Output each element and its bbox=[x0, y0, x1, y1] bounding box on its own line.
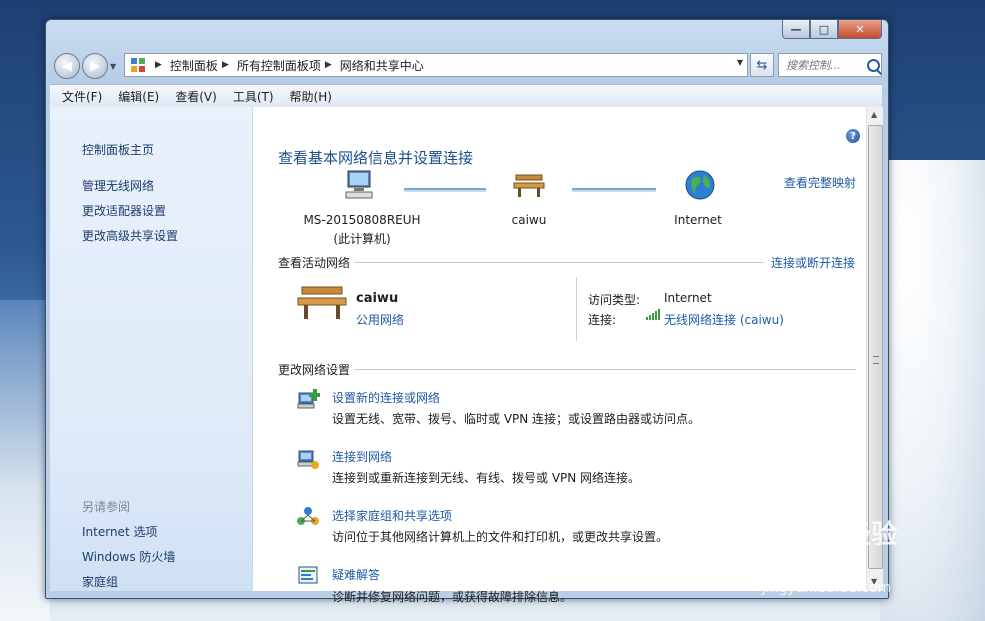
bench-icon bbox=[297, 286, 347, 319]
divider bbox=[354, 369, 856, 370]
new-connection-icon bbox=[297, 389, 320, 409]
sidebar-homegroup[interactable]: 家庭组 bbox=[82, 573, 118, 590]
divider bbox=[576, 277, 577, 341]
sidebar-adapter-settings[interactable]: 更改适配器设置 bbox=[82, 202, 166, 219]
connect-network-icon bbox=[297, 450, 319, 469]
troubleshoot-icon bbox=[298, 566, 318, 584]
breadcrumb-all-items[interactable]: 所有控制面板项 bbox=[237, 57, 321, 74]
sidebar-firewall[interactable]: Windows 防火墙 bbox=[82, 548, 175, 565]
setup-connection-link[interactable]: 设置新的连接或网络 bbox=[332, 389, 440, 406]
baidu-watermark: Baidu经验 bbox=[756, 520, 899, 550]
explorer-window: — □ ✕ ◀ ▶ ▼ ▶ 控制面板 ▶ 所有控制面板项 ▶ 网络和共享中心 ▼… bbox=[45, 19, 889, 604]
refresh-button[interactable]: ⇆ bbox=[750, 53, 774, 77]
see-also-heading: 另请参阅 bbox=[82, 500, 131, 514]
breadcrumb-chevron-icon[interactable]: ▶ bbox=[222, 60, 229, 70]
back-button[interactable]: ◀ bbox=[54, 53, 80, 79]
divider bbox=[354, 262, 764, 263]
menu-tools[interactable]: 工具(T) bbox=[225, 88, 282, 105]
scroll-up-icon[interactable]: ▲ bbox=[871, 110, 877, 119]
sidebar-home-link[interactable]: 控制面板主页 bbox=[82, 141, 154, 158]
connection-line bbox=[572, 188, 656, 190]
breadcrumb-network-center[interactable]: 网络和共享中心 bbox=[340, 57, 424, 74]
node-computer-sub: (此计算机) bbox=[333, 232, 391, 246]
breadcrumb-control-panel[interactable]: 控制面板 bbox=[170, 57, 218, 74]
search-input[interactable] bbox=[784, 57, 864, 73]
sidebar-internet-options[interactable]: Internet 选项 bbox=[82, 523, 157, 540]
connect-network-desc: 连接到或重新连接到无线、有线、拨号或 VPN 网络连接。 bbox=[332, 471, 641, 485]
menu-bar: 文件(F) 编辑(E) 查看(V) 工具(T) 帮助(H) bbox=[50, 84, 882, 107]
desktop-background-left bbox=[0, 300, 50, 621]
wireless-connection-link[interactable]: 无线网络连接 (caiwu) bbox=[664, 311, 784, 328]
sidebar-advanced-sharing[interactable]: 更改高级共享设置 bbox=[82, 227, 178, 244]
connection-label: 连接: bbox=[588, 313, 617, 327]
full-map-link[interactable]: 查看完整映射 bbox=[784, 174, 856, 191]
node-computer-label: MS-20150808REUH bbox=[303, 213, 421, 227]
minimize-button[interactable]: — bbox=[782, 20, 810, 39]
network-type-link[interactable]: 公用网络 bbox=[356, 311, 404, 328]
desktop-background bbox=[880, 160, 985, 621]
scroll-thumb[interactable] bbox=[868, 125, 883, 569]
baidu-watermark-url: jingyan.baidu.com bbox=[762, 580, 892, 596]
troubleshoot-desc: 诊断并修复网络问题，或获得故障排除信息。 bbox=[332, 590, 573, 604]
node-network-label: caiwu bbox=[511, 213, 547, 227]
forward-button[interactable]: ▶ bbox=[82, 53, 108, 79]
menu-file[interactable]: 文件(F) bbox=[50, 88, 110, 105]
address-bar[interactable]: ▶ 控制面板 ▶ 所有控制面板项 ▶ 网络和共享中心 ▼ bbox=[124, 53, 748, 77]
access-type-label: 访问类型: bbox=[588, 293, 641, 307]
connect-network-link[interactable]: 连接到网络 bbox=[332, 448, 392, 465]
bench-icon[interactable] bbox=[512, 169, 546, 199]
menu-view[interactable]: 查看(V) bbox=[167, 88, 225, 105]
homegroup-desc: 访问位于其他网络计算机上的文件和打印机，或更改共享设置。 bbox=[332, 530, 669, 544]
node-internet-label: Internet bbox=[674, 213, 722, 227]
sidebar: 控制面板主页 管理无线网络 更改适配器设置 更改高级共享设置 另请参阅 Inte… bbox=[50, 107, 253, 591]
computer-icon[interactable] bbox=[342, 167, 376, 201]
wifi-signal-icon bbox=[646, 309, 660, 320]
recent-pages-dropdown[interactable]: ▼ bbox=[110, 62, 120, 79]
close-button[interactable]: ✕ bbox=[838, 20, 882, 39]
breadcrumb-chevron-icon[interactable]: ▶ bbox=[325, 60, 332, 70]
change-settings-heading: 更改网络设置 bbox=[278, 363, 351, 377]
active-network-heading: 查看活动网络 bbox=[278, 256, 351, 270]
breadcrumb-chevron-icon[interactable]: ▶ bbox=[155, 60, 162, 70]
menu-edit[interactable]: 编辑(E) bbox=[110, 88, 167, 105]
setup-connection-desc: 设置无线、宽带、拨号、临时或 VPN 连接；或设置路由器或访问点。 bbox=[332, 412, 701, 426]
maximize-button[interactable]: □ bbox=[810, 20, 838, 39]
troubleshoot-link[interactable]: 疑难解答 bbox=[332, 566, 380, 583]
address-dropdown-icon[interactable]: ▼ bbox=[737, 58, 743, 67]
page-title: 查看基本网络信息并设置连接 bbox=[278, 149, 474, 167]
caption-buttons: — □ ✕ bbox=[782, 20, 882, 39]
help-icon[interactable]: ? bbox=[846, 129, 860, 143]
globe-icon[interactable] bbox=[684, 169, 716, 201]
search-icon[interactable] bbox=[867, 58, 880, 72]
active-network-name: caiwu bbox=[356, 291, 399, 306]
connection-line bbox=[404, 188, 486, 190]
homegroup-link[interactable]: 选择家庭组和共享选项 bbox=[332, 507, 452, 524]
control-panel-icon bbox=[131, 58, 145, 72]
homegroup-icon bbox=[297, 507, 319, 525]
connect-disconnect-link[interactable]: 连接或断开连接 bbox=[771, 254, 855, 271]
search-box[interactable] bbox=[778, 53, 882, 77]
access-type-value: Internet bbox=[664, 291, 712, 305]
navigation-bar: ◀ ▶ ▼ ▶ 控制面板 ▶ 所有控制面板项 ▶ 网络和共享中心 ▼ ⇆ bbox=[54, 51, 882, 79]
sidebar-manage-wireless[interactable]: 管理无线网络 bbox=[82, 177, 154, 194]
menu-help[interactable]: 帮助(H) bbox=[282, 88, 340, 105]
